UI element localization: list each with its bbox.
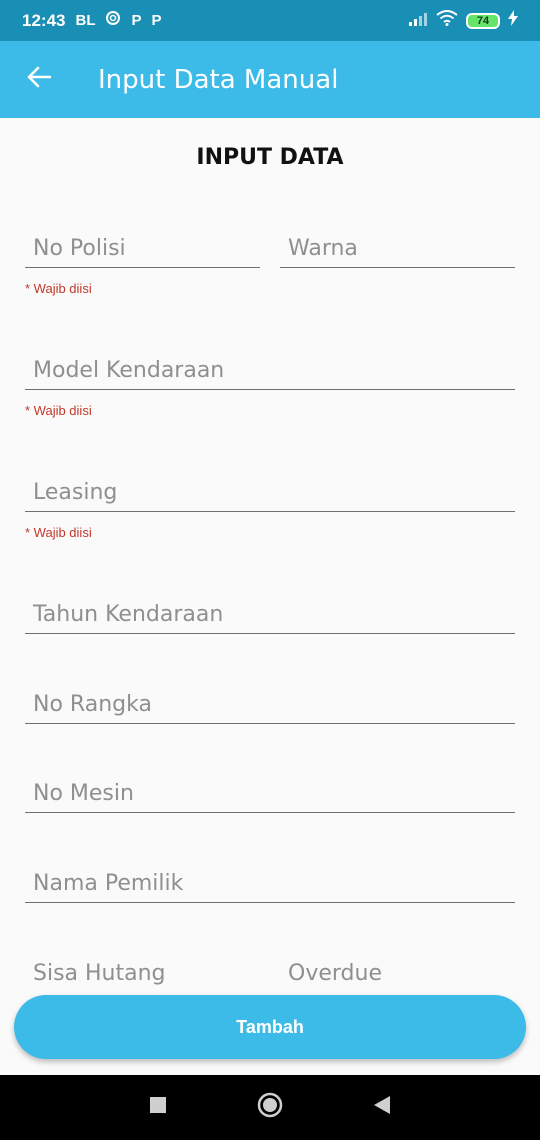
required-note-model: * Wajib diisi	[25, 403, 92, 418]
arrow-back-icon	[27, 66, 52, 93]
no-rangka-input[interactable]: No Rangka	[25, 676, 515, 724]
no-rangka-placeholder: No Rangka	[33, 692, 152, 717]
circle-icon	[257, 1092, 283, 1123]
status-time: 12:43	[22, 10, 66, 30]
overdue-input[interactable]: Overdue	[280, 944, 515, 992]
no-mesin-input[interactable]: No Mesin	[25, 765, 515, 813]
sisa-hutang-input[interactable]: Sisa Hutang	[25, 944, 260, 992]
model-kendaraan-placeholder: Model Kendaraan	[33, 358, 225, 383]
no-polisi-placeholder: No Polisi	[33, 236, 126, 261]
overdue-placeholder: Overdue	[288, 961, 382, 986]
charging-icon	[508, 10, 518, 31]
nama-pemilik-placeholder: Nama Pemilik	[33, 871, 184, 896]
status-bar: 12:43 BL P P 74	[0, 0, 540, 41]
sync-icon	[105, 10, 121, 31]
leasing-placeholder: Leasing	[33, 480, 118, 505]
back-button[interactable]	[0, 66, 78, 93]
triangle-back-icon	[374, 1096, 390, 1119]
no-mesin-placeholder: No Mesin	[33, 781, 134, 806]
required-note-leasing: * Wajib diisi	[25, 525, 92, 540]
status-carrier: BL	[75, 12, 96, 29]
tahun-kendaraan-input[interactable]: Tahun Kendaraan	[25, 586, 515, 634]
back-nav-button[interactable]	[326, 1096, 438, 1119]
battery-icon: 74	[466, 12, 500, 29]
nama-pemilik-input[interactable]: Nama Pemilik	[25, 855, 515, 903]
system-nav-bar	[0, 1075, 540, 1140]
tahun-kendaraan-placeholder: Tahun Kendaraan	[33, 602, 224, 627]
recents-button[interactable]	[102, 1097, 214, 1118]
tambah-button[interactable]: Tambah	[14, 995, 526, 1059]
home-button[interactable]	[214, 1092, 326, 1123]
required-note-no-polisi: * Wajib diisi	[25, 281, 92, 296]
wifi-icon	[436, 10, 458, 31]
sisa-hutang-placeholder: Sisa Hutang	[33, 961, 166, 986]
tambah-button-label: Tambah	[236, 1016, 304, 1037]
signal-icon	[408, 11, 428, 31]
square-icon	[150, 1097, 166, 1118]
warna-input[interactable]: Warna	[280, 220, 515, 268]
no-polisi-input[interactable]: No Polisi	[25, 220, 260, 268]
form-heading: INPUT DATA	[196, 145, 344, 170]
model-kendaraan-input[interactable]: Model Kendaraan	[25, 342, 515, 390]
notification-p-icon-2: P	[151, 12, 162, 29]
app-bar: Input Data Manual	[0, 41, 540, 118]
notification-p-icon: P	[131, 12, 142, 29]
page-title: Input Data Manual	[98, 64, 339, 95]
leasing-input[interactable]: Leasing	[25, 464, 515, 512]
warna-placeholder: Warna	[288, 236, 358, 261]
